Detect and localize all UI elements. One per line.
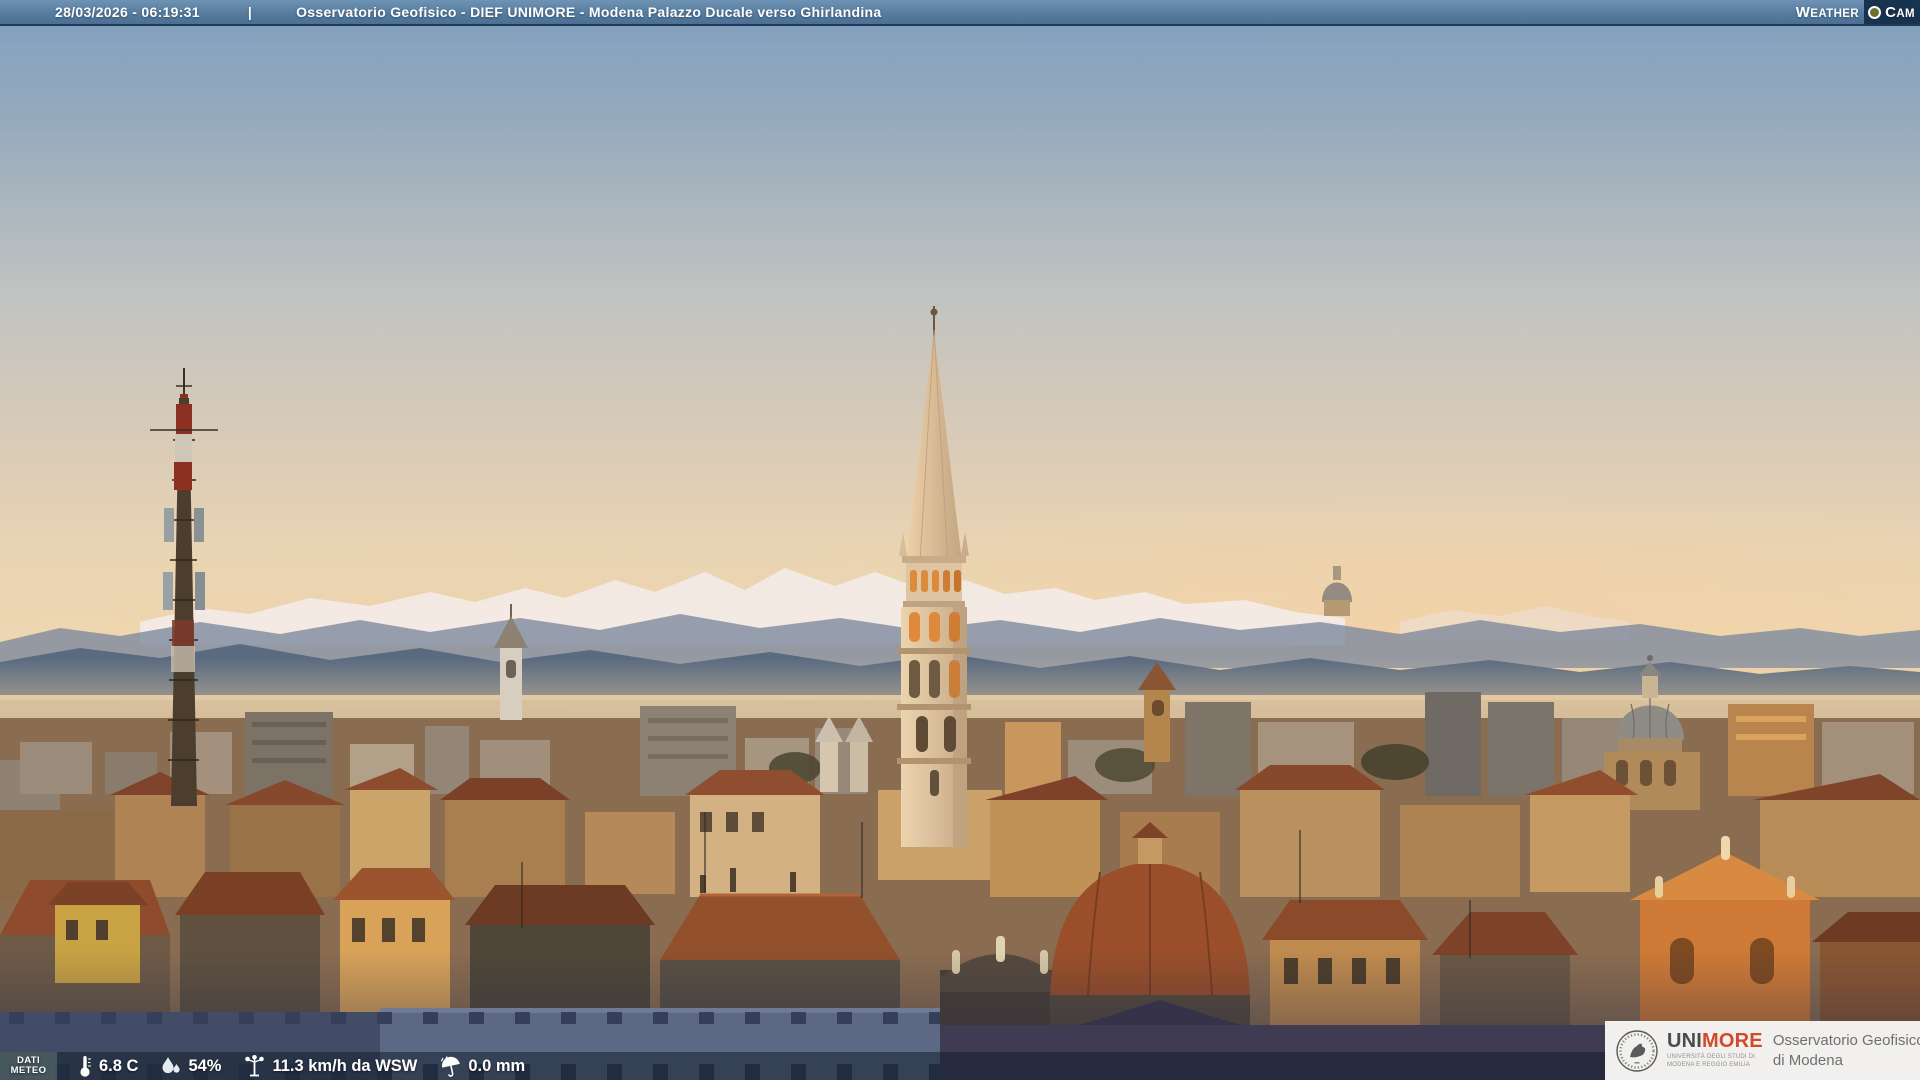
- thermometer-icon: [80, 1056, 91, 1077]
- weathercam-cam-text: C AM: [1885, 3, 1915, 21]
- separator: |: [247, 4, 253, 20]
- camera-title: Osservatorio Geofisico - DIEF UNIMORE - …: [296, 4, 882, 20]
- droplets-icon: [162, 1057, 181, 1074]
- unimore-wordmark: UNIMORE UNIVERSITÀ DEGLI STUDI DI MODENA…: [1667, 1030, 1763, 1068]
- temperature-reading: 6.8 C: [77, 1054, 138, 1078]
- top-info-bar: 28/03/2026 - 06:19:31 | Osservatorio Geo…: [0, 0, 1920, 26]
- tree: [1361, 744, 1429, 780]
- weathercam-cam-box: C AM: [1864, 0, 1920, 24]
- unimore-branding: UNIMORE UNIVERSITÀ DEGLI STUDI DI MODENA…: [1605, 1021, 1920, 1080]
- unimore-subtitle: UNIVERSITÀ DEGLI STUDI DI MODENA E REGGI…: [1667, 1054, 1756, 1068]
- datetime: 28/03/2026 - 06:19:31: [55, 4, 200, 20]
- umbrella-icon: [441, 1055, 461, 1077]
- weathercam-weather-text: W EATHER: [1795, 3, 1860, 21]
- dati-meteo-label: DATI METEO: [0, 1052, 57, 1080]
- anemometer-icon: [245, 1054, 265, 1076]
- unimore-seal-icon: [1616, 1029, 1658, 1072]
- rain-reading: 0.0 mm: [439, 1055, 525, 1078]
- weathercam-logo: W EATHER C AM: [1796, 0, 1920, 24]
- webcam-page: 28/03/2026 - 06:19:31 | Osservatorio Geo…: [0, 0, 1920, 1080]
- webcam-photo: [0, 0, 1920, 1080]
- humidity-reading: 54%: [160, 1055, 221, 1077]
- wind-reading: 11.3 km/h da WSW: [243, 1054, 417, 1078]
- observatory-name: Osservatorio Geofisico di Modena: [1772, 1032, 1920, 1069]
- weathercam-lens-icon: [1868, 5, 1882, 19]
- modena-skyline-scene: [0, 0, 1920, 1080]
